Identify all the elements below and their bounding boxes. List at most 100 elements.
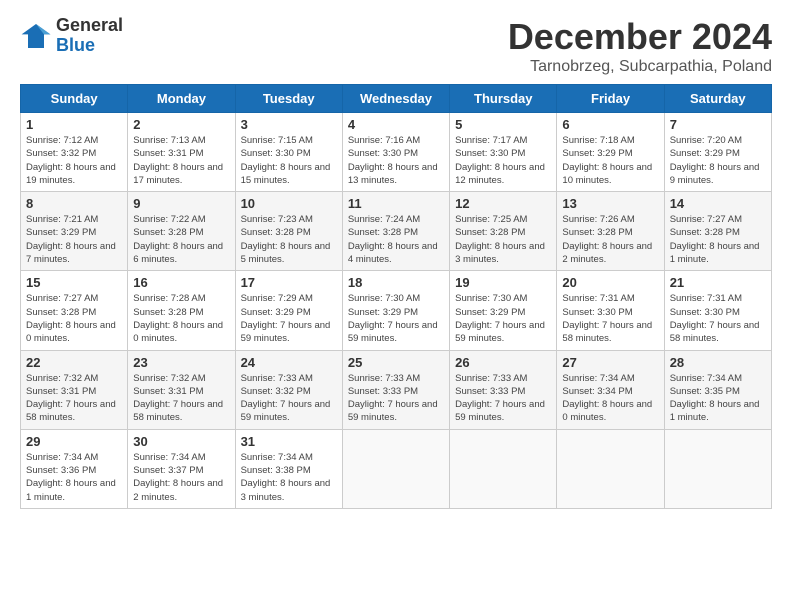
calendar-cell: 8 Sunrise: 7:21 AMSunset: 3:29 PMDaylight…: [21, 192, 128, 271]
day-info: Sunrise: 7:34 AMSunset: 3:38 PMDaylight:…: [241, 451, 337, 504]
location-title: Tarnobrzeg, Subcarpathia, Poland: [508, 58, 772, 76]
day-number: 4: [348, 117, 444, 132]
day-number: 18: [348, 275, 444, 290]
day-info: Sunrise: 7:22 AMSunset: 3:28 PMDaylight:…: [133, 213, 229, 266]
calendar-cell: 14Sunrise: 7:27 AMSunset: 3:28 PMDayligh…: [664, 192, 771, 271]
calendar-cell: [664, 429, 771, 508]
calendar-cell: [450, 429, 557, 508]
calendar-cell: 2 Sunrise: 7:13 AMSunset: 3:31 PMDaylight…: [128, 113, 235, 192]
calendar-cell: [557, 429, 664, 508]
day-info: Sunrise: 7:12 AMSunset: 3:32 PMDaylight:…: [26, 134, 122, 187]
day-info: Sunrise: 7:32 AMSunset: 3:31 PMDaylight:…: [133, 372, 229, 425]
day-info: Sunrise: 7:26 AMSunset: 3:28 PMDaylight:…: [562, 213, 658, 266]
calendar-week-row: 22 Sunrise: 7:32 AMSunset: 3:31 PMDayligh…: [21, 350, 772, 429]
day-of-week-header: Friday: [557, 85, 664, 113]
day-number: 14: [670, 196, 766, 211]
calendar-cell: 22 Sunrise: 7:32 AMSunset: 3:31 PMDayligh…: [21, 350, 128, 429]
logo-general: General: [56, 16, 123, 36]
calendar-cell: 29 Sunrise: 7:34 AMSunset: 3:36 PMDayligh…: [21, 429, 128, 508]
calendar-week-row: 15Sunrise: 7:27 AMSunset: 3:28 PMDayligh…: [21, 271, 772, 350]
day-info: Sunrise: 7:29 AMSunset: 3:29 PMDaylight:…: [241, 292, 337, 345]
calendar-cell: 7Sunrise: 7:20 AMSunset: 3:29 PMDaylight…: [664, 113, 771, 192]
day-number: 24: [241, 355, 337, 370]
day-number: 27: [562, 355, 658, 370]
calendar-cell: 28 Sunrise: 7:34 AMSunset: 3:35 PMDayligh…: [664, 350, 771, 429]
day-number: 8: [26, 196, 122, 211]
calendar-cell: 25 Sunrise: 7:33 AMSunset: 3:33 PMDayligh…: [342, 350, 449, 429]
calendar-cell: 23 Sunrise: 7:32 AMSunset: 3:31 PMDayligh…: [128, 350, 235, 429]
day-info: Sunrise: 7:13 AMSunset: 3:31 PMDaylight:…: [133, 134, 229, 187]
day-of-week-header: Wednesday: [342, 85, 449, 113]
day-number: 19: [455, 275, 551, 290]
calendar-cell: 3 Sunrise: 7:15 AMSunset: 3:30 PMDaylight…: [235, 113, 342, 192]
calendar-cell: 16Sunrise: 7:28 AMSunset: 3:28 PMDayligh…: [128, 271, 235, 350]
day-info: Sunrise: 7:21 AMSunset: 3:29 PMDaylight:…: [26, 213, 122, 266]
day-number: 16: [133, 275, 229, 290]
day-number: 17: [241, 275, 337, 290]
day-of-week-header: Monday: [128, 85, 235, 113]
day-info: Sunrise: 7:30 AMSunset: 3:29 PMDaylight:…: [348, 292, 444, 345]
page-header: General Blue December 2024 Tarnobrzeg, S…: [20, 16, 772, 76]
day-info: Sunrise: 7:33 AMSunset: 3:32 PMDaylight:…: [241, 372, 337, 425]
logo-icon: [20, 20, 52, 52]
calendar-cell: 24 Sunrise: 7:33 AMSunset: 3:32 PMDayligh…: [235, 350, 342, 429]
calendar-cell: 4Sunrise: 7:16 AMSunset: 3:30 PMDaylight…: [342, 113, 449, 192]
day-info: Sunrise: 7:23 AMSunset: 3:28 PMDaylight:…: [241, 213, 337, 266]
day-number: 31: [241, 434, 337, 449]
day-number: 2: [133, 117, 229, 132]
day-info: Sunrise: 7:34 AMSunset: 3:36 PMDaylight:…: [26, 451, 122, 504]
calendar-cell: 6 Sunrise: 7:18 AMSunset: 3:29 PMDaylight…: [557, 113, 664, 192]
calendar-cell: 17 Sunrise: 7:29 AMSunset: 3:29 PMDayligh…: [235, 271, 342, 350]
day-number: 10: [241, 196, 337, 211]
day-number: 1: [26, 117, 122, 132]
day-info: Sunrise: 7:33 AMSunset: 3:33 PMDaylight:…: [348, 372, 444, 425]
day-number: 23: [133, 355, 229, 370]
day-number: 30: [133, 434, 229, 449]
calendar-week-row: 1 Sunrise: 7:12 AMSunset: 3:32 PMDaylight…: [21, 113, 772, 192]
day-number: 5: [455, 117, 551, 132]
calendar-cell: 12Sunrise: 7:25 AMSunset: 3:28 PMDayligh…: [450, 192, 557, 271]
calendar-week-row: 8 Sunrise: 7:21 AMSunset: 3:29 PMDaylight…: [21, 192, 772, 271]
calendar-cell: 30Sunrise: 7:34 AMSunset: 3:37 PMDayligh…: [128, 429, 235, 508]
calendar-table: SundayMondayTuesdayWednesdayThursdayFrid…: [20, 84, 772, 509]
day-number: 21: [670, 275, 766, 290]
calendar-cell: 1 Sunrise: 7:12 AMSunset: 3:32 PMDaylight…: [21, 113, 128, 192]
day-info: Sunrise: 7:25 AMSunset: 3:28 PMDaylight:…: [455, 213, 551, 266]
calendar-cell: 5 Sunrise: 7:17 AMSunset: 3:30 PMDaylight…: [450, 113, 557, 192]
day-number: 26: [455, 355, 551, 370]
day-info: Sunrise: 7:17 AMSunset: 3:30 PMDaylight:…: [455, 134, 551, 187]
day-info: Sunrise: 7:18 AMSunset: 3:29 PMDaylight:…: [562, 134, 658, 187]
day-number: 29: [26, 434, 122, 449]
calendar-week-row: 29 Sunrise: 7:34 AMSunset: 3:36 PMDayligh…: [21, 429, 772, 508]
title-block: December 2024 Tarnobrzeg, Subcarpathia, …: [508, 16, 772, 76]
day-number: 3: [241, 117, 337, 132]
day-number: 13: [562, 196, 658, 211]
calendar-header-row: SundayMondayTuesdayWednesdayThursdayFrid…: [21, 85, 772, 113]
calendar-cell: 21 Sunrise: 7:31 AMSunset: 3:30 PMDayligh…: [664, 271, 771, 350]
calendar-cell: 10 Sunrise: 7:23 AMSunset: 3:28 PMDayligh…: [235, 192, 342, 271]
day-number: 11: [348, 196, 444, 211]
day-of-week-header: Tuesday: [235, 85, 342, 113]
day-number: 6: [562, 117, 658, 132]
day-info: Sunrise: 7:32 AMSunset: 3:31 PMDaylight:…: [26, 372, 122, 425]
calendar-cell: 26Sunrise: 7:33 AMSunset: 3:33 PMDayligh…: [450, 350, 557, 429]
day-info: Sunrise: 7:30 AMSunset: 3:29 PMDaylight:…: [455, 292, 551, 345]
day-of-week-header: Sunday: [21, 85, 128, 113]
day-number: 22: [26, 355, 122, 370]
day-info: Sunrise: 7:31 AMSunset: 3:30 PMDaylight:…: [562, 292, 658, 345]
day-info: Sunrise: 7:34 AMSunset: 3:35 PMDaylight:…: [670, 372, 766, 425]
logo-text: General Blue: [56, 16, 123, 56]
calendar-cell: 31 Sunrise: 7:34 AMSunset: 3:38 PMDayligh…: [235, 429, 342, 508]
day-info: Sunrise: 7:31 AMSunset: 3:30 PMDaylight:…: [670, 292, 766, 345]
calendar-cell: 13 Sunrise: 7:26 AMSunset: 3:28 PMDayligh…: [557, 192, 664, 271]
day-number: 20: [562, 275, 658, 290]
logo: General Blue: [20, 16, 123, 56]
logo-blue: Blue: [56, 36, 123, 56]
day-info: Sunrise: 7:15 AMSunset: 3:30 PMDaylight:…: [241, 134, 337, 187]
day-number: 7: [670, 117, 766, 132]
day-number: 25: [348, 355, 444, 370]
day-number: 28: [670, 355, 766, 370]
calendar-cell: 18 Sunrise: 7:30 AMSunset: 3:29 PMDayligh…: [342, 271, 449, 350]
day-of-week-header: Saturday: [664, 85, 771, 113]
day-number: 9: [133, 196, 229, 211]
